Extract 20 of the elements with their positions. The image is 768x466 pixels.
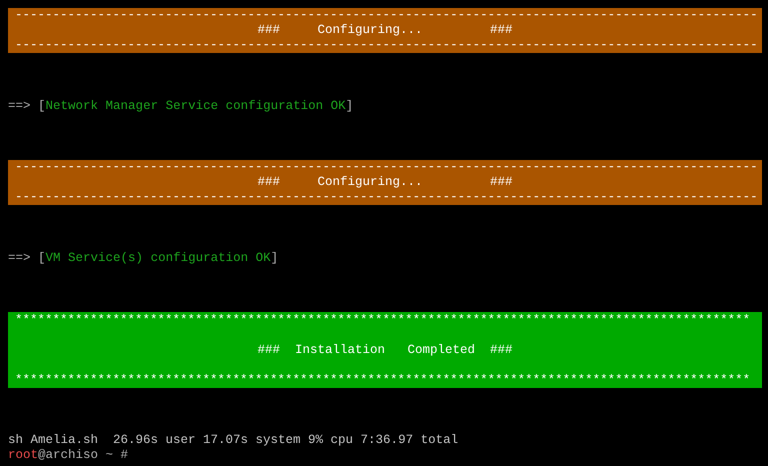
- prompt-user: root: [8, 448, 38, 462]
- bracket-text: [: [38, 99, 46, 113]
- arrow-text: ==>: [8, 251, 31, 265]
- border-line: ---------------------------------------------------------------------------------------------------: [15, 160, 759, 175]
- border-line: ---------------------------------------------------------------------------------------------------: [15, 190, 759, 205]
- bracket-text: ]: [270, 251, 278, 265]
- prompt-host: @archiso ~ #: [38, 448, 128, 462]
- border-line: **************************************************************************************************: [15, 312, 752, 328]
- arrow-text: ==>: [8, 99, 31, 113]
- border-line: ---------------------------------------------------------------------------------------------------: [15, 8, 759, 23]
- status-message: Network Manager Service configuration OK: [46, 99, 346, 113]
- banner-title: ### Configuring... ###: [256, 175, 514, 190]
- banner-title: ### Configuring... ###: [256, 23, 514, 38]
- banner-title: ### Installation Completed ###: [256, 342, 514, 358]
- border-line: ---------------------------------------------------------------------------------------------------: [15, 38, 759, 53]
- status-message: VM Service(s) configuration OK: [46, 251, 271, 265]
- command-output: sh Amelia.sh 26.96s user 17.07s system 9% cpu 7:36.97 total: [8, 433, 460, 448]
- border-line: **************************************************************************************************: [15, 372, 752, 388]
- bracket-text: [: [38, 251, 46, 265]
- bracket-text: ]: [346, 99, 354, 113]
